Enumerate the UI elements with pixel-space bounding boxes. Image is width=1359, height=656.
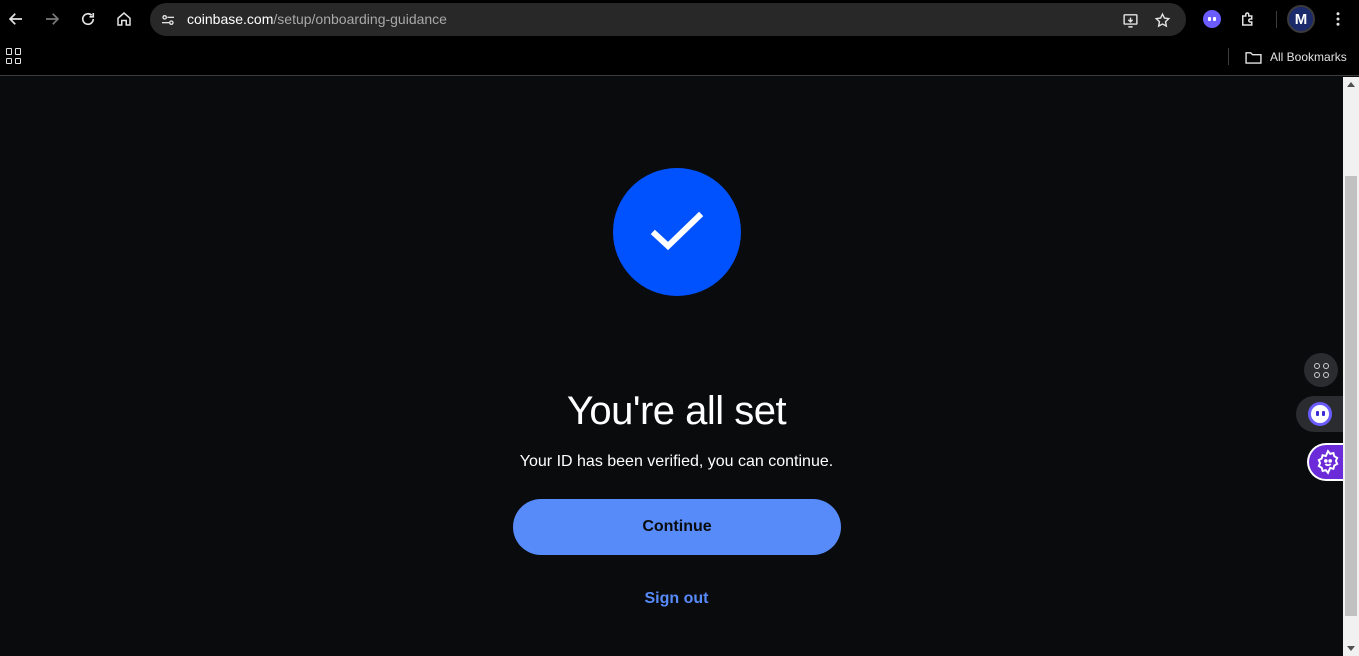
browser-menu-icon[interactable]: [1326, 7, 1350, 31]
page-content: You're all set Your ID has been verified…: [0, 77, 1343, 656]
bookmark-star-icon[interactable]: [1152, 10, 1172, 30]
browser-toolbar: coinbase.com/setup/onboarding-guidance M: [0, 0, 1359, 38]
continue-button[interactable]: Continue: [513, 499, 841, 555]
checkmark-icon: [650, 211, 704, 251]
address-bar[interactable]: coinbase.com/setup/onboarding-guidance: [150, 3, 1186, 36]
bookmarks-divider: [1228, 48, 1229, 65]
page-subtitle: Your ID has been verified, you can conti…: [519, 453, 834, 470]
profile-avatar[interactable]: M: [1287, 5, 1315, 33]
ghost-extension-icon[interactable]: [1200, 7, 1224, 31]
page-title: You're all set: [566, 389, 787, 433]
url-text[interactable]: coinbase.com/setup/onboarding-guidance: [187, 3, 447, 36]
home-button[interactable]: [112, 7, 136, 31]
install-app-icon[interactable]: [1120, 10, 1140, 30]
floating-ghost-button[interactable]: [1296, 396, 1343, 432]
reload-icon: [81, 12, 95, 26]
bookmarks-bar: All Bookmarks: [0, 38, 1359, 76]
extensions-puzzle-icon[interactable]: [1236, 7, 1260, 31]
scroll-down-arrow[interactable]: [1347, 646, 1355, 651]
arrow-left-icon: [8, 13, 22, 25]
success-check-badge: [613, 168, 741, 296]
all-bookmarks-button[interactable]: All Bookmarks: [1245, 47, 1347, 67]
url-path: /setup/onboarding-guidance: [273, 11, 447, 27]
site-info-icon[interactable]: [159, 11, 177, 29]
page-scrollbar[interactable]: [1343, 77, 1359, 656]
floating-settings-button[interactable]: [1307, 443, 1347, 481]
scrollbar-thumb[interactable]: [1345, 176, 1357, 616]
sign-out-link[interactable]: Sign out: [0, 590, 1353, 608]
profile-initial: M: [1294, 10, 1308, 28]
gear-smile-icon: [1317, 449, 1339, 475]
home-icon: [117, 12, 131, 26]
url-host: coinbase.com: [187, 11, 274, 27]
apps-grid-icon[interactable]: [6, 48, 22, 64]
arrow-right-icon: [46, 13, 60, 25]
back-button[interactable]: [4, 7, 28, 31]
reload-button[interactable]: [76, 7, 100, 31]
continue-label: Continue: [642, 518, 712, 535]
folder-icon: [1245, 51, 1262, 64]
ghost-icon: [1307, 402, 1332, 426]
all-bookmarks-label: All Bookmarks: [1270, 50, 1347, 64]
toolbar-divider: [1276, 11, 1277, 28]
floating-apps-button[interactable]: [1304, 353, 1338, 387]
scroll-up-arrow[interactable]: [1347, 82, 1355, 87]
apps-circles-icon: [1313, 362, 1329, 378]
forward-button[interactable]: [40, 7, 64, 31]
